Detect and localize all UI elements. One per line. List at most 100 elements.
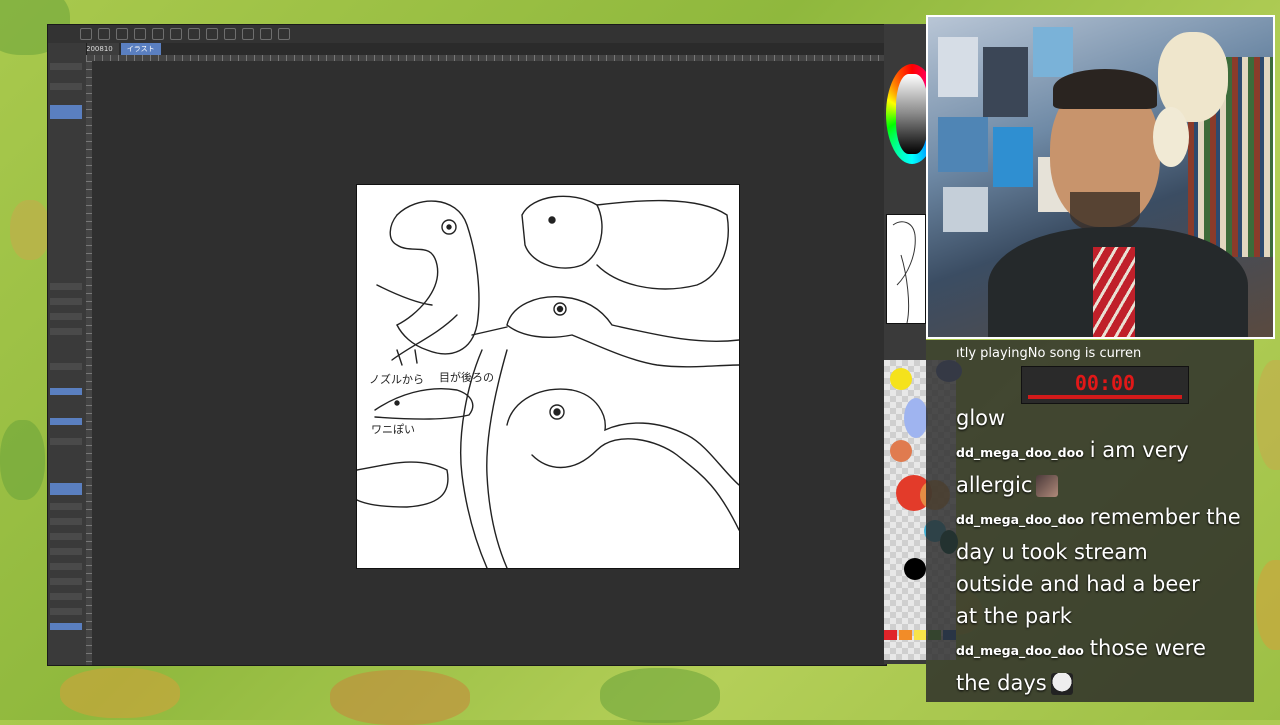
tool-row-selected[interactable] [50, 105, 82, 119]
drawing-canvas[interactable]: ノズルから 目が後ろの ワニぽい [356, 185, 740, 569]
chat-username[interactable]: dd_mega_doo_doo [956, 512, 1084, 527]
canvas-annotation: ノズルから [369, 372, 424, 386]
chat-message-continued: outside and had a beer [956, 568, 1246, 600]
open-file-icon[interactable] [80, 28, 92, 40]
background-pattern [10, 200, 50, 260]
tool-row[interactable] [50, 518, 82, 525]
tool-row[interactable] [50, 563, 82, 570]
canvas-annotation: ワニぽい [371, 423, 415, 436]
tool-row[interactable] [50, 438, 82, 445]
stream-timer: 00:00 [1021, 366, 1189, 404]
message-text: outside and had a beer [956, 572, 1200, 596]
message-text: the days [956, 671, 1047, 695]
wall-photo [943, 187, 988, 232]
webcam-feed [926, 15, 1275, 339]
stream-chat-overlay: ıtly playingNo song is curren 00:00 glow… [926, 340, 1254, 702]
background-pattern [1256, 360, 1280, 470]
new-file-icon[interactable] [98, 28, 110, 40]
tool-row[interactable] [50, 578, 82, 585]
headphone-icon [1153, 107, 1189, 167]
canvas-area[interactable]: ノズルから 目が後ろの ワニぽい [92, 61, 886, 665]
message-text: at the park [956, 604, 1072, 628]
wall-photo [938, 117, 988, 172]
chat-message-continued: allergic [956, 469, 1246, 501]
timer-display: 00:00 [1074, 371, 1136, 395]
tool-row-selected[interactable] [50, 388, 82, 395]
background-pattern [600, 668, 720, 723]
ruler-icon[interactable] [278, 28, 290, 40]
tool-row[interactable] [50, 608, 82, 615]
message-text: day u took stream [956, 540, 1148, 564]
tool-row[interactable] [50, 363, 82, 370]
color-swatch[interactable] [898, 630, 912, 640]
tool-row[interactable] [50, 533, 82, 540]
background-pattern [330, 670, 470, 725]
redo-icon[interactable] [170, 28, 182, 40]
tool-row[interactable] [50, 503, 82, 510]
color-swatch[interactable] [890, 368, 912, 390]
tool-row[interactable] [50, 328, 82, 335]
snake-sketch: ノズルから 目が後ろの ワニぽい [356, 195, 740, 569]
chat-message-continued: the days [956, 667, 1246, 699]
tool-row[interactable] [50, 63, 82, 70]
tab-document-2[interactable]: イラスト [120, 43, 161, 55]
tool-row[interactable] [50, 313, 82, 320]
wall-photo [1033, 27, 1073, 77]
color-swatch[interactable] [884, 630, 897, 640]
undo-icon[interactable] [152, 28, 164, 40]
message-text: remember the [1089, 505, 1241, 529]
color-swatch[interactable] [904, 558, 926, 580]
color-swatch[interactable] [904, 398, 928, 438]
wall-photo [993, 127, 1033, 187]
timer-progress-bar [1028, 395, 1182, 399]
chat-message: dd_mega_doo_doo those were [956, 632, 1246, 667]
export-icon[interactable] [134, 28, 146, 40]
message-text: glow [956, 406, 1006, 430]
save-icon[interactable] [116, 28, 128, 40]
background-pattern [60, 668, 180, 718]
cool-emote-icon [1050, 673, 1073, 695]
chat-messages: glow dd_mega_doo_doo i am very allergic d… [956, 402, 1246, 699]
wall-photo [983, 47, 1028, 117]
tool-row-selected[interactable] [50, 623, 82, 630]
crop-icon[interactable] [260, 28, 272, 40]
now-playing-ticker: ıtly playingNo song is curren [956, 346, 1142, 361]
tool-row-selected[interactable] [50, 418, 82, 425]
tool-row-selected[interactable] [50, 483, 82, 495]
streamer-hair [1053, 69, 1157, 109]
background-pattern [0, 420, 45, 500]
streamer-shirt [1093, 247, 1135, 337]
color-value-square[interactable] [896, 74, 928, 154]
canvas-annotation: 目が後ろの [439, 370, 494, 384]
tool-row[interactable] [50, 83, 82, 90]
paint-app-window: 200810 イラスト ノズルから 目が後ろの ワニぽい [47, 24, 887, 666]
selection-icon[interactable] [242, 28, 254, 40]
tool-row[interactable] [50, 548, 82, 555]
chat-message: glow [956, 402, 1246, 434]
settings-icon[interactable] [188, 28, 200, 40]
face-emote-icon [1036, 475, 1059, 497]
tool-row[interactable] [50, 593, 82, 600]
message-text: allergic [956, 473, 1033, 497]
tool-row[interactable] [50, 298, 82, 305]
toolbar [48, 25, 886, 43]
color-swatch[interactable] [890, 440, 912, 462]
chat-username[interactable]: dd_mega_doo_doo [956, 643, 1084, 658]
message-text: those were [1089, 636, 1206, 660]
message-text: i am very [1089, 438, 1189, 462]
streamer-beard [1070, 192, 1140, 232]
fill-icon[interactable] [206, 28, 218, 40]
wall-photo [938, 37, 978, 97]
document-tabs: 200810 イラスト [80, 43, 161, 55]
tool-property-panel [48, 43, 87, 665]
navigator-thumbnail[interactable] [886, 214, 926, 324]
background-pattern [1256, 560, 1280, 650]
chat-message-continued: at the park [956, 600, 1246, 632]
navigator-preview [892, 221, 916, 324]
chat-message: dd_mega_doo_doo i am very [956, 434, 1246, 469]
chat-message-continued: day u took stream [956, 536, 1246, 568]
color-swatch[interactable] [913, 630, 927, 640]
tool-row[interactable] [50, 283, 82, 290]
chat-username[interactable]: dd_mega_doo_doo [956, 445, 1084, 460]
transform-icon[interactable] [224, 28, 236, 40]
